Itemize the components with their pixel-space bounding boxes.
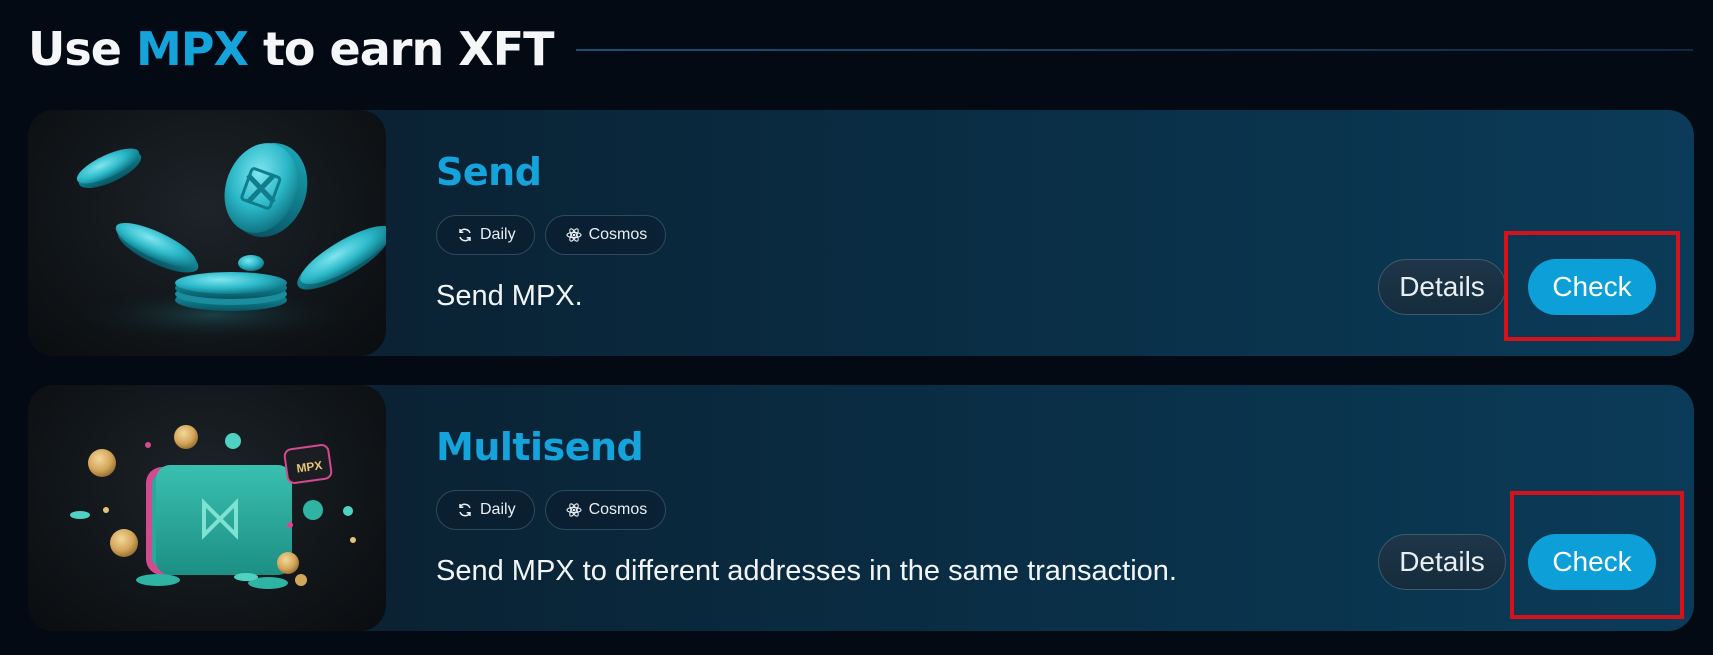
title-accent: MPX [135,22,249,76]
title-suffix: to earn XFT [262,22,555,76]
floating-coins-image [28,110,386,356]
check-button[interactable]: Check [1528,534,1656,590]
task-card-multisend: MPX Multisend Daily Cosmos Send MPX to d… [28,385,1694,631]
task-title: Multisend [436,425,644,469]
refresh-icon [459,503,471,517]
title-prefix: Use [28,22,122,76]
wallet-with-coins-image: MPX [28,385,386,631]
cosmos-icon [566,503,582,517]
details-button[interactable]: Details [1378,259,1506,315]
section-title: Use MPX to earn XFT [28,22,554,76]
task-card-send: Send Daily Cosmos Send MPX. Details Chec… [28,110,1694,356]
cosmos-icon [566,228,582,242]
tag-label: Cosmos [588,226,648,243]
task-tags: Daily Cosmos [436,215,667,255]
page: Use MPX to earn XFT Send Daily Cosmos Se… [0,0,1713,655]
task-description: Send MPX to different addresses in the s… [436,555,1177,587]
tag-label: Cosmos [588,501,648,518]
check-button[interactable]: Check [1528,259,1656,315]
section-header: Use MPX to earn XFT [28,18,1693,80]
tag-cosmos: Cosmos [544,490,667,530]
tag-daily: Daily [436,490,535,530]
task-title: Send [436,150,542,194]
tag-daily: Daily [436,215,535,255]
tag-cosmos: Cosmos [544,215,667,255]
tag-label: Daily [480,501,516,518]
tag-label: Daily [480,226,516,243]
task-tags: Daily Cosmos [436,490,667,530]
title-divider [575,49,1693,51]
details-button[interactable]: Details [1378,534,1506,590]
task-description: Send MPX. [436,280,583,312]
refresh-icon [459,228,471,242]
